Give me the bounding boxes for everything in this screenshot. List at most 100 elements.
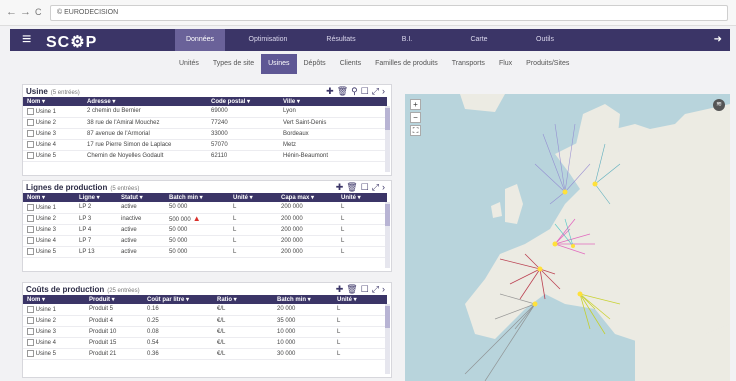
next-icon[interactable]: › — [382, 86, 385, 96]
couts-table: Nom ▾ Produit ▾ Coût par litre ▾ Ratio ▾… — [23, 295, 387, 360]
table-row[interactable]: Usine 4 LP 7 active 50 000 L 200 000 L — [23, 235, 387, 247]
delete-icon[interactable]: 🗑 — [337, 86, 348, 96]
table-row[interactable]: Usine 5 Chemin de Noyelles Godault 62110 Hé… — [23, 150, 387, 162]
panel-toolbar: ✚ 🗑 ⚲ ☐ ⤢ › — [323, 86, 385, 97]
subnav-transports[interactable]: Transports — [445, 54, 492, 74]
nav-optimisation[interactable]: Optimisation — [225, 29, 311, 51]
map-view[interactable]: + − ⛶ ≋ — [405, 94, 730, 381]
col-nom[interactable]: Nom ▾ — [23, 295, 85, 304]
subnav-usines[interactable]: Usines — [261, 54, 297, 74]
table-row[interactable]: Usine 3 LP 4 active 50 000 L 200 000 L — [23, 224, 387, 236]
row-checkbox[interactable] — [27, 236, 34, 244]
col-capa-max[interactable]: Capa max ▾ — [277, 193, 337, 202]
table-row[interactable]: Usine 2 38 rue de l'Amiral Mouchez 77240 Ve… — [23, 117, 387, 129]
nav-bi[interactable]: B.I. — [371, 29, 443, 51]
row-checkbox[interactable] — [27, 305, 34, 313]
col-unite-2[interactable]: Unité ▾ — [337, 193, 387, 202]
address-bar[interactable]: © EURODECISION — [50, 5, 728, 21]
col-ligne[interactable]: Ligne ▾ — [75, 193, 117, 202]
panel-title: Usine (5 entrées) — [26, 87, 80, 96]
subnav-produits-sites[interactable]: Produits/Sites — [519, 54, 576, 74]
zoom-out-icon[interactable]: − — [410, 112, 421, 123]
row-checkbox[interactable] — [27, 247, 34, 255]
row-checkbox[interactable] — [27, 316, 34, 324]
nav-resultats[interactable]: Résultats — [311, 29, 371, 51]
add-icon[interactable]: ✚ — [336, 284, 344, 294]
col-nom[interactable]: Nom ▾ — [23, 97, 83, 106]
delete-icon[interactable]: 🗑 — [346, 284, 357, 294]
subnav-depots[interactable]: Dépôts — [297, 54, 333, 74]
fullscreen-icon[interactable]: ⛶ — [410, 125, 421, 136]
row-checkbox[interactable] — [27, 203, 34, 211]
subnav-clients[interactable]: Clients — [333, 54, 368, 74]
subnav-flux[interactable]: Flux — [492, 54, 519, 74]
expand-icon[interactable]: ⤢ — [372, 86, 379, 96]
nav-outils[interactable]: Outils — [515, 29, 575, 51]
col-unite[interactable]: Unité ▾ — [333, 295, 387, 304]
row-checkbox[interactable] — [27, 225, 34, 233]
expand-icon[interactable]: ⤢ — [372, 182, 379, 192]
col-produit[interactable]: Produit ▾ — [85, 295, 143, 304]
entry-count: (5 entrées) — [50, 90, 80, 96]
table-row[interactable]: Usine 2 Produit 4 0.25 €/L 35 000 L — [23, 315, 387, 327]
row-checkbox[interactable] — [27, 338, 34, 346]
add-icon[interactable]: ✚ — [326, 86, 334, 96]
col-batch-min[interactable]: Batch min ▾ — [165, 193, 229, 202]
subnav-types-de-site[interactable]: Types de site — [206, 54, 261, 74]
location-icon[interactable]: ⚲ — [351, 86, 358, 96]
col-cout-par-litre[interactable]: Coût par litre ▾ — [143, 295, 213, 304]
next-icon[interactable]: › — [382, 284, 385, 294]
menu-icon[interactable]: ≡ — [22, 32, 31, 48]
nav-carte[interactable]: Carte — [443, 29, 515, 51]
col-nom[interactable]: Nom ▾ — [23, 193, 75, 202]
table-row[interactable]: Usine 12 chemin du Bernier 69000 Lyon — [23, 106, 387, 118]
logout-icon[interactable]: ➜ — [714, 34, 722, 45]
row-checkbox[interactable] — [27, 140, 34, 148]
scrollbar[interactable] — [385, 202, 390, 268]
table-row[interactable]: Usine 1 LP 2 active 50 000 L 200 000 L — [23, 202, 387, 214]
add-icon[interactable]: ✚ — [336, 182, 344, 192]
table-row[interactable]: Usine 1 Produit 5 0.16 €/L 20 000 L — [23, 304, 387, 316]
subnav-unites[interactable]: Unités — [172, 54, 206, 74]
col-code-postal[interactable]: Code postal ▾ — [207, 97, 279, 106]
col-ratio[interactable]: Ratio ▾ — [213, 295, 273, 304]
table-row[interactable]: Usine 3 Produit 10 0.08 €/L 10 000 L — [23, 326, 387, 338]
col-batch-min[interactable]: Batch min ▾ — [273, 295, 333, 304]
table-row[interactable]: Usine 4 17 rue Pierre Simon de Laplace 570… — [23, 139, 387, 151]
nav-donnees[interactable]: Données — [175, 29, 225, 51]
forward-icon[interactable]: → — [20, 6, 31, 18]
table-row[interactable]: Usine 4 Produit 15 0.54 €/L 10 000 L — [23, 337, 387, 349]
checkbox-icon[interactable]: ☐ — [361, 284, 369, 294]
row-checkbox[interactable] — [27, 129, 34, 137]
next-icon[interactable]: › — [382, 182, 385, 192]
table-row[interactable]: Usine 3 87 avenue de l'Armorial 33000 Borde… — [23, 128, 387, 140]
checkbox-icon[interactable]: ☐ — [361, 182, 369, 192]
app-header: ≡ SC⚙P Données Optimisation Résultats B.… — [10, 29, 730, 51]
panel-title: Lignes de production (5 entrées) — [26, 183, 140, 192]
couts-panel: Coûts de production (25 entrées) ✚ 🗑 ☐ ⤢ › No… — [22, 282, 392, 378]
row-checkbox[interactable] — [27, 349, 34, 357]
row-checkbox[interactable] — [27, 151, 34, 159]
expand-icon[interactable]: ⤢ — [372, 284, 379, 294]
table-row[interactable]: Usine 5 LP 13 active 50 000 L 200 000 L — [23, 246, 387, 258]
row-checkbox[interactable] — [27, 327, 34, 335]
subnav-familles[interactable]: Familles de produits — [368, 54, 445, 74]
back-icon[interactable]: ← — [6, 6, 17, 18]
reload-icon[interactable]: C — [35, 7, 42, 17]
zoom-in-icon[interactable]: + — [410, 99, 421, 110]
row-checkbox[interactable] — [27, 118, 34, 126]
delete-icon[interactable]: 🗑 — [346, 182, 357, 192]
row-checkbox[interactable] — [27, 214, 34, 222]
col-unite[interactable]: Unité ▾ — [229, 193, 277, 202]
scrollbar[interactable] — [385, 106, 390, 172]
layers-icon[interactable]: ≋ — [713, 99, 725, 111]
col-statut[interactable]: Statut ▾ — [117, 193, 165, 202]
table-row[interactable]: Usine 5 Produit 21 0.36 €/L 30 000 L — [23, 348, 387, 360]
checkbox-icon[interactable]: ☐ — [361, 86, 369, 96]
scrollbar[interactable] — [385, 304, 390, 374]
table-row[interactable]: Usine 2 LP 3 inactive 500 000 ▲ L 200 000 L — [23, 213, 387, 225]
col-ville[interactable]: Ville ▾ — [279, 97, 387, 106]
browser-bar: ← → C © EURODECISION — [0, 0, 736, 26]
col-adresse[interactable]: Adresse ▾ — [83, 97, 207, 106]
row-checkbox[interactable] — [27, 107, 34, 115]
